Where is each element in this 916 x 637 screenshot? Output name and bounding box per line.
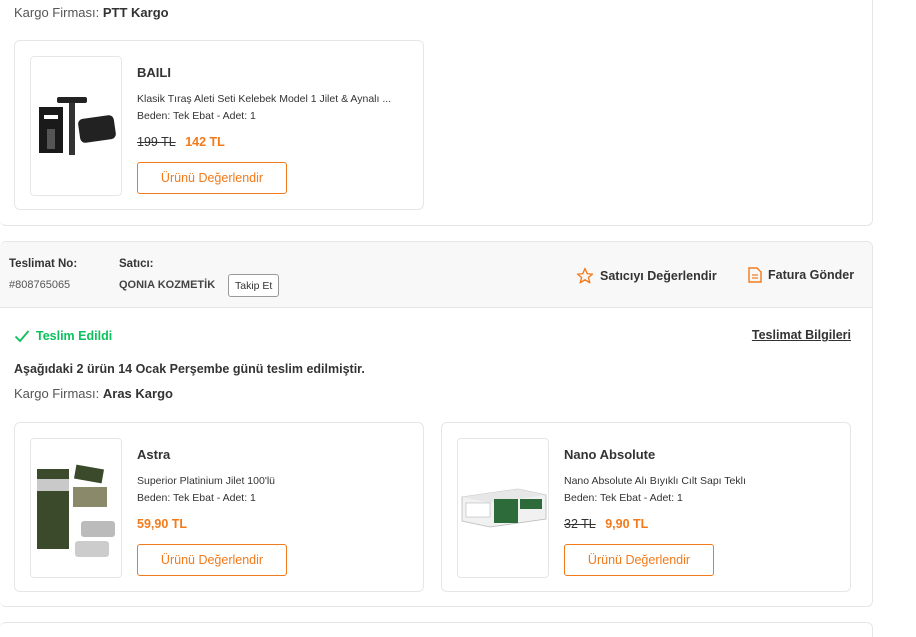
cargo-company: Kargo Firması: PTT Kargo: [14, 5, 169, 20]
check-icon: [14, 330, 30, 343]
rate-seller-label: Satıcıyı Değerlendir: [600, 269, 717, 283]
delivery-status-text: Teslim Edildi: [36, 329, 113, 343]
shipment-no-value: #808765065: [9, 279, 71, 291]
razor-box-image: [461, 488, 547, 528]
product-size: Beden: Tek Ebat - Adet: 1: [137, 110, 256, 122]
cargo-label: Kargo Firması:: [14, 5, 100, 20]
shipment-header: Teslimat No: #808765065 Satıcı: QONIA KO…: [0, 242, 872, 308]
product-price: 59,90 TL: [137, 517, 187, 531]
send-invoice-button[interactable]: Fatura Gönder: [748, 267, 854, 283]
old-price: 32 TL: [564, 517, 596, 531]
follow-seller-button[interactable]: Takip Et: [228, 274, 280, 297]
cargo-company: Kargo Firması: Aras Kargo: [14, 386, 173, 401]
rate-seller-button[interactable]: Satıcıyı Değerlendir: [576, 267, 717, 285]
product-size: Beden: Tek Ebat - Adet: 1: [137, 492, 256, 504]
star-icon: [576, 267, 594, 284]
cargo-label: Kargo Firması:: [14, 386, 100, 401]
rate-product-button[interactable]: Ürünü Değerlendir: [137, 544, 287, 576]
delivery-status: Teslim Edildi: [14, 329, 112, 343]
product-brand[interactable]: BAILI: [137, 65, 171, 80]
seller-label: Satıcı:: [119, 258, 154, 270]
rate-product-button[interactable]: Ürünü Değerlendir: [564, 544, 714, 576]
product-size: Beden: Tek Ebat - Adet: 1: [564, 492, 683, 504]
product-image[interactable]: [30, 56, 122, 196]
shipment-no-label: Teslimat No:: [9, 258, 78, 270]
old-price: 199 TL: [137, 135, 176, 149]
cargo-value: Aras Kargo: [102, 386, 173, 401]
new-price: 142 TL: [185, 135, 225, 149]
product-description[interactable]: Nano Absolute Alı Bıyıklı Cılt Sapı Tekl…: [564, 475, 836, 487]
product-image[interactable]: [457, 438, 549, 578]
rate-product-button[interactable]: Ürünü Değerlendir: [137, 162, 287, 194]
product-card-astra: Astra Superior Platinium Jilet 100'lü Be…: [14, 422, 424, 592]
delivery-summary: Aşağıdaki 2 ürün 14 Ocak Perşembe günü t…: [14, 362, 365, 376]
product-card-baili: BAILI Klasik Tıraş Aleti Seti Kelebek Mo…: [14, 40, 424, 210]
next-shipment-card: [0, 622, 873, 637]
product-image[interactable]: [30, 438, 122, 578]
product-description[interactable]: Superior Platinium Jilet 100'lü: [137, 475, 409, 487]
cargo-value: PTT Kargo: [102, 5, 169, 20]
product-brand[interactable]: Nano Absolute: [564, 447, 655, 462]
product-price: 199 TL 142 TL: [137, 135, 225, 149]
new-price: 59,90 TL: [137, 517, 188, 531]
new-price: 9,90 TL: [605, 517, 649, 531]
shipment-card: Teslimat No: #808765065 Satıcı: QONIA KO…: [0, 241, 873, 607]
previous-shipment-card: Kargo Firması: PTT Kargo BAILI Klasik Tı…: [0, 0, 873, 226]
send-invoice-label: Fatura Gönder: [768, 268, 855, 282]
seller-name[interactable]: QONIA KOZMETİK: [119, 279, 215, 291]
product-description[interactable]: Klasik Tıraş Aleti Seti Kelebek Model 1 …: [137, 93, 409, 105]
product-price: 32 TL 9,90 TL: [564, 517, 648, 531]
product-brand[interactable]: Astra: [137, 447, 170, 462]
razor-blades-image: [37, 464, 115, 557]
shipment-info-link[interactable]: Teslimat Bilgileri: [752, 328, 851, 342]
product-card-nano-absolute: Nano Absolute Nano Absolute Alı Bıyıklı …: [441, 422, 851, 592]
invoice-icon: [748, 267, 762, 283]
razor-set-image: [39, 97, 116, 155]
